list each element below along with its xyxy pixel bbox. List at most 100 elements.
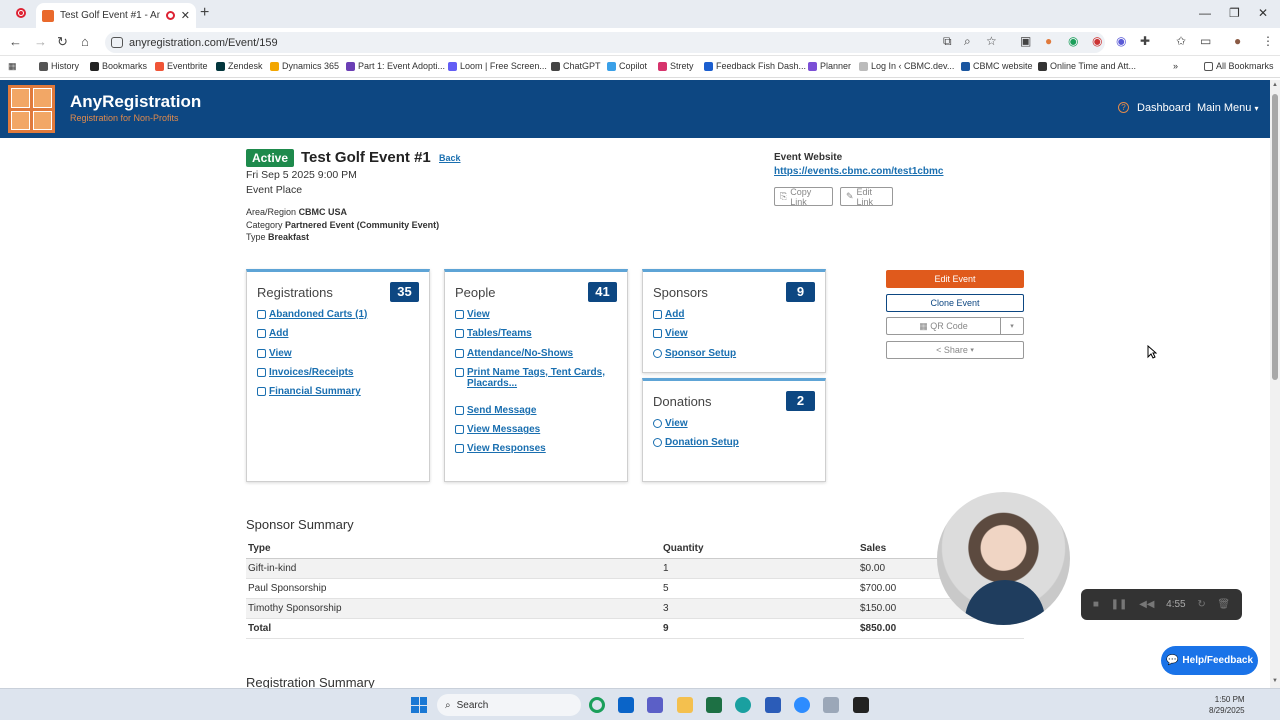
bookmark-item[interactable]: Dynamics 365 <box>270 61 339 71</box>
extension-icon[interactable]: ▣ <box>1020 34 1031 48</box>
view-sponsors-link[interactable]: View <box>653 328 818 347</box>
share-dropdown-button[interactable]: < Share ▾ <box>886 341 1024 359</box>
snipping-tool-icon[interactable] <box>823 697 839 713</box>
browser-menu-icon[interactable]: ⋮ <box>1262 34 1274 48</box>
chrome-icon[interactable] <box>589 697 605 713</box>
all-bookmarks-folder[interactable]: All Bookmarks <box>1204 61 1274 71</box>
invoices-receipts-link[interactable]: Invoices/Receipts <box>257 367 422 386</box>
stop-icon[interactable]: ■ <box>1093 599 1099 610</box>
scroll-down-icon[interactable]: ▼ <box>1272 678 1278 684</box>
close-tab-icon[interactable]: ✕ <box>181 9 190 22</box>
add-sponsor-link[interactable]: Add <box>653 309 818 328</box>
tables-teams-link[interactable]: Tables/Teams <box>455 328 620 347</box>
excel-icon[interactable] <box>706 697 722 713</box>
more-bookmarks-icon[interactable]: » <box>1173 61 1178 71</box>
pause-icon[interactable]: ❚❚ <box>1111 599 1128 610</box>
clone-event-button[interactable]: Clone Event <box>886 294 1024 312</box>
apps-grid-icon[interactable]: ▦ <box>8 61 17 72</box>
main-menu-dropdown[interactable]: Main Menu ▾ <box>1197 102 1259 114</box>
minimize-button[interactable]: — <box>1199 6 1211 20</box>
view-donations-link[interactable]: View <box>653 418 818 437</box>
windows-start-icon[interactable] <box>411 697 427 713</box>
bookmark-star-icon[interactable]: ☆ <box>986 34 997 48</box>
outlook-icon[interactable] <box>618 697 634 713</box>
reload-icon[interactable]: ↻ <box>57 34 68 50</box>
extension-icon[interactable]: ◉ <box>1092 34 1102 48</box>
bookmark-item[interactable]: History <box>39 61 79 71</box>
extension-icon[interactable]: ◉ <box>1068 34 1078 48</box>
bookmark-item[interactable]: Log In ‹ CBMC.dev... <box>859 61 954 71</box>
extension-icon[interactable]: ● <box>1045 34 1052 48</box>
file-explorer-icon[interactable] <box>677 697 693 713</box>
edit-link-button[interactable]: ✎ Edit Link <box>840 187 893 207</box>
rewind-icon[interactable]: ◀◀ <box>1139 599 1154 610</box>
page-scrollbar[interactable]: ▲ ▼ <box>1270 80 1280 688</box>
bookmark-item[interactable]: Loom | Free Screen... <box>448 61 547 71</box>
install-app-icon[interactable]: ⧉ <box>943 34 952 49</box>
sticky-notes-icon[interactable] <box>853 697 869 713</box>
profile-avatar-icon[interactable]: ● <box>1234 34 1241 48</box>
financial-summary-link[interactable]: Financial Summary <box>257 386 422 405</box>
site-info-icon[interactable] <box>111 37 123 48</box>
sidebar-icon[interactable]: ▭ <box>1200 34 1211 48</box>
url-field[interactable]: anyregistration.com/Event/159 <box>105 32 1105 53</box>
extensions-puzzle-icon[interactable]: ✚ <box>1140 34 1150 48</box>
scroll-up-icon[interactable]: ▲ <box>1272 82 1278 88</box>
new-tab-button[interactable]: + <box>200 4 209 22</box>
bookmark-item[interactable]: Planner <box>808 61 851 71</box>
bookmark-item[interactable]: ChatGPT <box>551 61 601 71</box>
add-registration-link[interactable]: Add <box>257 328 422 347</box>
print-name-tags-link[interactable]: Print Name Tags, Tent Cards, Placards... <box>455 367 620 405</box>
close-window-button[interactable]: ✕ <box>1258 6 1268 20</box>
teams-icon[interactable] <box>647 697 663 713</box>
scrollbar-thumb[interactable] <box>1272 94 1278 380</box>
bookmark-favicon-icon <box>39 61 48 71</box>
abandoned-carts-link[interactable]: Abandoned Carts (1) <box>257 309 422 328</box>
restart-icon[interactable]: ↻ <box>1197 599 1205 610</box>
home-icon[interactable]: ⌂ <box>81 34 89 49</box>
taskbar-clock[interactable]: 1:50 PM 8/29/2025 <box>1209 694 1245 716</box>
taskbar-search[interactable]: ⌕ Search <box>437 694 581 716</box>
browser-tab-active[interactable]: Test Golf Event #1 - AnyRe ✕ <box>36 3 196 28</box>
edit-event-button[interactable]: Edit Event <box>886 270 1024 288</box>
view-responses-link[interactable]: View Responses <box>455 443 620 462</box>
back-link[interactable]: Back <box>439 153 461 163</box>
dashboard-link[interactable]: Dashboard <box>1137 102 1191 114</box>
sponsor-setup-link[interactable]: Sponsor Setup <box>653 348 818 367</box>
anyregistration-logo[interactable] <box>8 85 55 133</box>
back-arrow-icon[interactable]: ← <box>9 34 22 49</box>
qr-code-button[interactable]: ▦ QR Code <box>887 318 1001 334</box>
donations-count-badge: 2 <box>786 391 815 411</box>
zoom-icon[interactable]: ⌕ <box>964 34 971 49</box>
maximize-button[interactable]: ❐ <box>1229 6 1240 20</box>
view-people-link[interactable]: View <box>455 309 620 328</box>
zoom-app-icon[interactable] <box>794 697 810 713</box>
bookmark-item[interactable]: Copilot <box>607 61 647 71</box>
attendance-link[interactable]: Attendance/No-Shows <box>455 348 620 367</box>
forward-arrow-icon[interactable]: → <box>34 34 47 49</box>
help-question-icon[interactable]: ? <box>1118 102 1129 113</box>
view-registrations-link[interactable]: View <box>257 348 422 367</box>
edge-icon[interactable] <box>735 697 751 713</box>
qr-code-dropdown-toggle[interactable]: ▾ <box>1001 322 1023 330</box>
bookmark-item[interactable]: CBMC website <box>961 61 1033 71</box>
view-messages-link[interactable]: View Messages <box>455 424 620 443</box>
extension-icon[interactable]: ◉ <box>1116 34 1126 48</box>
donation-setup-link[interactable]: Donation Setup <box>653 437 818 456</box>
event-website-link[interactable]: https://events.cbmc.com/test1cbmc <box>774 166 944 177</box>
bookmark-item[interactable]: Eventbrite <box>155 61 208 71</box>
bookmark-item[interactable]: Strety <box>658 61 694 71</box>
help-feedback-button[interactable]: 💬 Help/Feedback <box>1161 646 1258 675</box>
copy-link-button[interactable]: ⎘ Copy Link <box>774 187 833 207</box>
send-message-link[interactable]: Send Message <box>455 405 620 424</box>
word-icon[interactable] <box>765 697 781 713</box>
event-area: Area/Region CBMC USA <box>246 207 348 217</box>
favorites-icon[interactable]: ✩ <box>1176 34 1186 48</box>
brand-name[interactable]: AnyRegistration <box>70 92 201 112</box>
bookmark-item[interactable]: Online Time and Att... <box>1038 61 1136 71</box>
trash-icon[interactable]: 🗑 <box>1217 599 1230 610</box>
bookmark-item[interactable]: Feedback Fish Dash... <box>704 61 806 71</box>
bookmark-item[interactable]: Part 1: Event Adopti... <box>346 61 445 71</box>
bookmark-item[interactable]: Bookmarks <box>90 61 147 71</box>
bookmark-item[interactable]: Zendesk <box>216 61 263 71</box>
